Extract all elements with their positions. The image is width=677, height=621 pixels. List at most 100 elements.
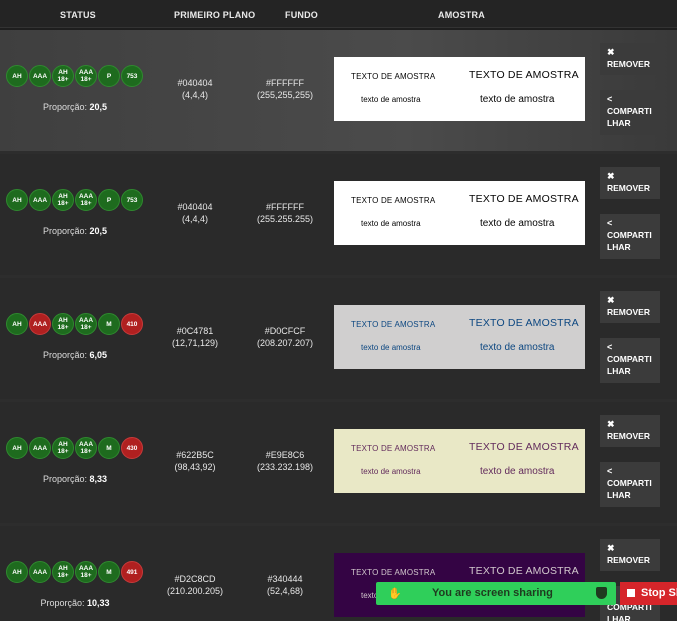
share-icon: <	[607, 94, 613, 104]
background-hex: #D0CFCF	[264, 326, 306, 336]
sample-preview: TEXTO DE AMOSTRA TEXTO DE AMOSTRA texto de…	[334, 305, 585, 369]
share-button[interactable]: < COMPARTI LHAR	[600, 90, 660, 135]
status-badge: 430	[121, 437, 143, 459]
header-foreground: PRIMEIRO PLANO	[174, 10, 256, 20]
ratio-label: Proporção:	[40, 598, 85, 608]
close-icon: ✖	[607, 419, 615, 429]
close-icon: ✖	[607, 171, 615, 181]
background-hex: #340444	[267, 574, 303, 584]
screen-share-message: You are screen sharing	[432, 587, 553, 599]
status-badge: AAA 18+	[75, 561, 97, 583]
status-badge: 410	[121, 313, 143, 335]
status-badge: AH 18+	[52, 313, 74, 335]
remove-button[interactable]: ✖ REMOVER	[600, 167, 660, 199]
status-badge: AAA 18+	[75, 65, 97, 87]
foreground-code: #D2C8CD (210.200.205)	[150, 573, 240, 597]
status-badge: AH 18+	[52, 437, 74, 459]
remove-button[interactable]: ✖ REMOVER	[600, 291, 660, 323]
share-button[interactable]: < COMPARTI LHAR	[600, 462, 660, 507]
foreground-code: #622B5C (98,43,92)	[150, 449, 240, 473]
contrast-ratio: Proporção: 20,5	[0, 226, 150, 236]
share-label-1: COMPARTI	[607, 478, 652, 488]
status-badge: M	[98, 313, 120, 335]
background-code: #FFFFFF (255,255,255)	[240, 77, 330, 101]
contrast-ratio: Proporção: 8,33	[0, 474, 150, 484]
status-badge: AAA 18+	[75, 189, 97, 211]
status-badge: AH 18+	[52, 561, 74, 583]
share-label-1: COMPARTI	[607, 106, 652, 116]
share-button[interactable]: < COMPARTI LHAR	[600, 214, 660, 259]
close-icon: ✖	[607, 47, 615, 57]
remove-button[interactable]: ✖ REMOVER	[600, 539, 660, 571]
contrast-ratio: Proporção: 6,05	[0, 350, 150, 360]
ratio-value: 10,33	[87, 598, 110, 608]
ratio-label: Proporção:	[42, 350, 87, 360]
sample-lower-small: texto de amostra	[361, 343, 421, 352]
ratio-label: Proporção:	[42, 102, 87, 112]
contrast-ratio: Proporção: 20,5	[0, 102, 150, 112]
status-badge: P	[98, 65, 120, 87]
sample-preview: TEXTO DE AMOSTRA TEXTO DE AMOSTRA texto de…	[334, 57, 585, 121]
background-rgb: (255.255.255)	[256, 214, 314, 224]
status-badges: AH AAA AH 18+ AAA 18+ P 753	[6, 65, 143, 87]
remove-label: REMOVER	[607, 183, 650, 193]
foreground-rgb: (12,71,129)	[171, 338, 219, 348]
status-badges: AH AAA AH 18+ AAA 18+ P 753	[6, 189, 143, 211]
foreground-rgb: (210.200.205)	[166, 586, 224, 596]
foreground-hex: #040404	[177, 202, 213, 212]
sample-lower-small: texto de amostra	[361, 95, 421, 104]
foreground-hex: #622B5C	[176, 450, 214, 460]
color-pair-row: AH AAA AH 18+ AAA 18+ P 753 Proporção: 20,5 #0404…	[0, 154, 677, 275]
status-badge: AAA	[29, 313, 51, 335]
shield-icon	[596, 587, 607, 599]
stop-icon	[627, 589, 635, 597]
background-code: #D0CFCF (208.207.207)	[240, 325, 330, 349]
sample-lower-large: texto de amostra	[480, 342, 555, 353]
background-hex: #FFFFFF	[266, 202, 304, 212]
stop-sharing-button[interactable]: Stop Sh	[620, 582, 677, 605]
ratio-value: 20,5	[89, 102, 108, 112]
status-badge: AAA	[29, 189, 51, 211]
share-label-2: LHAR	[607, 614, 631, 621]
share-label-1: COMPARTI	[607, 354, 652, 364]
sample-lower-large: texto de amostra	[480, 218, 555, 229]
sample-upper-small: TEXTO DE AMOSTRA	[351, 320, 436, 329]
sample-upper-large: TEXTO DE AMOSTRA	[469, 441, 579, 453]
contrast-ratio: Proporção: 10,33	[0, 598, 150, 608]
status-badge: 753	[121, 189, 143, 211]
sample-upper-large: TEXTO DE AMOSTRA	[469, 317, 579, 329]
color-pair-row: AH AAA AH 18+ AAA 18+ M 491 Proporção: 10,33 #D2C…	[0, 526, 677, 621]
remove-button[interactable]: ✖ REMOVER	[600, 415, 660, 447]
status-badges: AH AAA AH 18+ AAA 18+ M 430	[6, 437, 143, 459]
drag-handle-icon[interactable]: ✋	[388, 587, 402, 600]
status-badge: 491	[121, 561, 143, 583]
status-badge: AAA	[29, 437, 51, 459]
header-sample: AMOSTRA	[438, 10, 485, 20]
stop-sharing-label: Stop Sh	[641, 587, 677, 599]
status-badge: AH 18+	[52, 65, 74, 87]
status-badge: AH 18+	[52, 189, 74, 211]
background-code: #340444 (52,4,68)	[240, 573, 330, 597]
foreground-rgb: (4,4,4)	[181, 214, 208, 224]
close-icon: ✖	[607, 543, 615, 553]
status-badge: AAA 18+	[75, 313, 97, 335]
status-badge: AH	[6, 65, 28, 87]
foreground-code: #040404 (4,4,4)	[150, 77, 240, 101]
remove-label: REMOVER	[607, 555, 650, 565]
remove-button[interactable]: ✖ REMOVER	[600, 43, 660, 75]
sample-lower-large: texto de amostra	[480, 94, 555, 105]
status-badge: AH	[6, 561, 28, 583]
background-rgb: (52,4,68)	[266, 586, 304, 596]
status-badge: AH	[6, 189, 28, 211]
ratio-label: Proporção:	[42, 226, 87, 236]
header-status: STATUS	[60, 10, 96, 20]
color-pair-row: AH AAA AH 18+ AAA 18+ M 410 Proporção: 6,05 #0C47…	[0, 278, 677, 399]
share-button[interactable]: < COMPARTI LHAR	[600, 338, 660, 383]
sample-preview: TEXTO DE AMOSTRA TEXTO DE AMOSTRA texto de…	[334, 429, 585, 493]
background-hex: #FFFFFF	[266, 78, 304, 88]
status-badge: AAA	[29, 65, 51, 87]
share-label-2: LHAR	[607, 242, 631, 252]
background-hex: #E9E8C6	[265, 450, 305, 460]
foreground-hex: #040404	[177, 78, 213, 88]
status-badges: AH AAA AH 18+ AAA 18+ M 410	[6, 313, 143, 335]
